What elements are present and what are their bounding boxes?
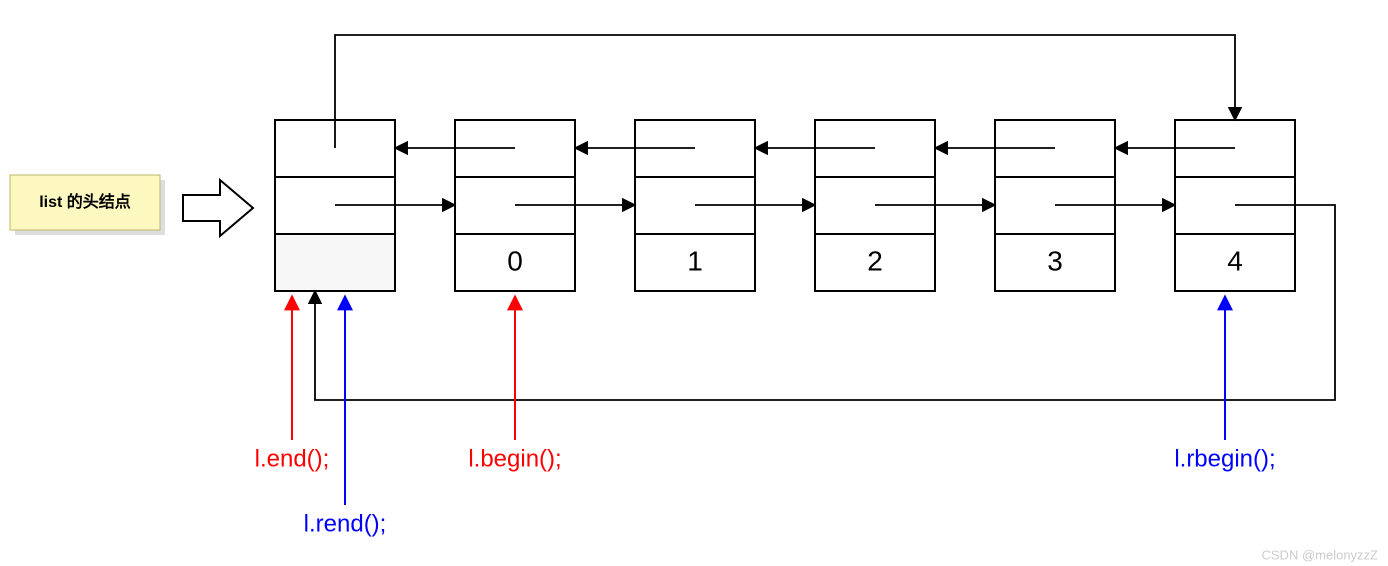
ptr-rend-label: l.rend(); [304,510,387,537]
sticky-label: list 的头结点 [39,192,131,211]
ptr-end-label: l.end(); [255,445,330,472]
watermark: CSDN @melonyzzZ [1262,547,1379,562]
sticky-note: list 的头结点 [10,175,165,235]
node-3-value: 3 [1047,245,1063,276]
node-2-value: 2 [867,245,883,276]
node-0-value: 0 [507,245,523,276]
big-arrow [183,180,253,236]
node-4-value: 4 [1227,245,1243,276]
node-1-value: 1 [687,245,703,276]
ptr-begin-label: l.begin(); [468,445,561,472]
ptr-rbegin-label: l.rbegin(); [1174,445,1275,472]
diagram-canvas: list 的头结点 0 1 2 3 [0,0,1388,566]
